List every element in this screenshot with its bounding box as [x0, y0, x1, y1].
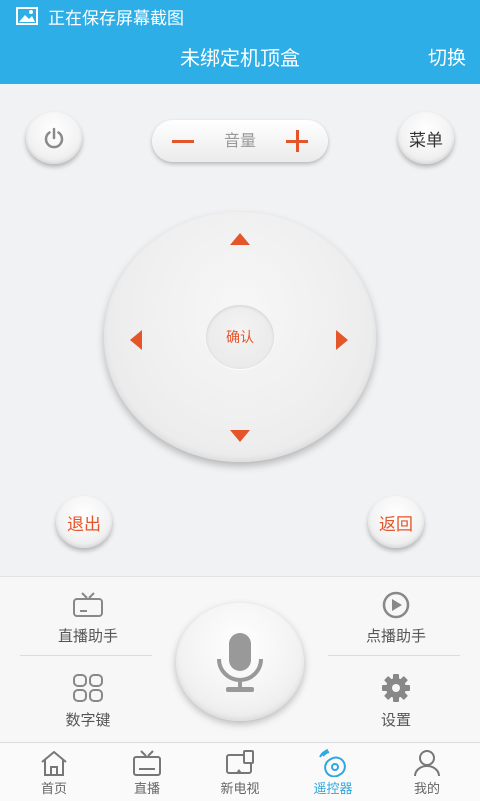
volume-control: 音量: [152, 120, 328, 162]
exit-button[interactable]: 退出: [56, 496, 112, 548]
gear-icon: [382, 674, 410, 702]
tab-home[interactable]: 首页: [6, 743, 102, 801]
numeric-keys-label: 数字键: [65, 711, 111, 729]
tab-home-label: 首页: [40, 782, 67, 797]
remote-icon: [319, 749, 346, 777]
direction-pad: 确认: [104, 212, 376, 462]
vod-helper-button[interactable]: 点播助手: [326, 591, 466, 646]
tab-new-tv[interactable]: 新电视: [192, 743, 288, 801]
back-button[interactable]: 返回: [368, 496, 424, 548]
voice-button[interactable]: [176, 603, 304, 721]
tab-remote-label: 遥控器: [313, 782, 353, 797]
switch-button[interactable]: 切换: [428, 32, 466, 84]
live-helper-button[interactable]: 直播助手: [18, 591, 158, 646]
volume-up-button[interactable]: [286, 130, 308, 152]
tv-icon: [73, 592, 103, 617]
tools-panel: 直播助手 数字键 点播助手 设置: [0, 576, 480, 743]
up-arrow-button[interactable]: [230, 233, 250, 245]
down-arrow-button[interactable]: [230, 430, 250, 442]
tab-remote[interactable]: 遥控器: [285, 743, 381, 801]
microphone-icon: [217, 633, 263, 692]
settings-label: 设置: [380, 711, 411, 729]
menu-button[interactable]: 菜单: [398, 112, 454, 164]
grid-icon: [73, 674, 103, 702]
vod-helper-label: 点播助手: [365, 627, 426, 645]
power-button[interactable]: [26, 112, 82, 164]
status-notification: 正在保存屏幕截图: [48, 8, 184, 29]
play-icon: [382, 591, 410, 619]
new-tv-icon: [226, 750, 254, 774]
bottom-tab-bar: 首页 直播 新电视 遥控器 我的: [0, 742, 480, 801]
tab-new-tv-label: 新电视: [220, 782, 260, 797]
page-title: 未绑定机顶盒: [180, 46, 300, 70]
image-icon: [16, 7, 38, 25]
power-icon: [44, 127, 64, 149]
tab-mine[interactable]: 我的: [379, 743, 475, 801]
tab-live[interactable]: 直播: [99, 743, 195, 801]
live-helper-label: 直播助手: [57, 627, 118, 645]
tab-mine-label: 我的: [413, 782, 440, 797]
home-icon: [41, 750, 67, 776]
numeric-keys-button[interactable]: 数字键: [18, 673, 158, 730]
tab-live-label: 直播: [133, 782, 160, 797]
title-bar: 未绑定机顶盒 切换: [0, 32, 480, 84]
status-bar: 正在保存屏幕截图: [0, 0, 480, 32]
tv-icon: [133, 750, 161, 776]
right-arrow-button[interactable]: [336, 330, 348, 350]
left-arrow-button[interactable]: [130, 330, 142, 350]
divider: [20, 655, 152, 656]
divider: [328, 655, 460, 656]
ok-button[interactable]: 确认: [206, 305, 274, 369]
remote-area: 音量 菜单 确认 退出 返回: [0, 84, 480, 576]
user-icon: [414, 750, 440, 777]
settings-button[interactable]: 设置: [326, 673, 466, 730]
